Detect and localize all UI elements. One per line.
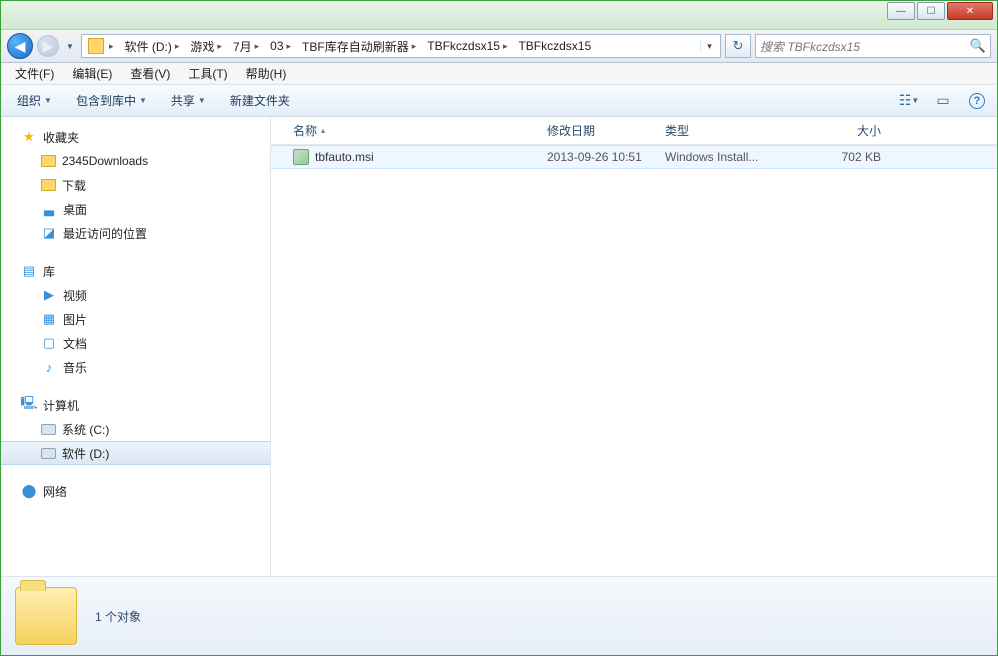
file-row[interactable]: tbfauto.msi 2013-09-26 10:51 Windows Ins…	[271, 145, 997, 169]
sidebar-item-current-drive[interactable]: 软件 (D:)	[1, 441, 270, 465]
new-folder-button[interactable]: 新建文件夹	[222, 89, 298, 112]
sidebar-item[interactable]: ▦图片	[1, 307, 270, 331]
share-button[interactable]: 共享▼	[163, 89, 214, 112]
details-pane: 1 个对象	[1, 577, 997, 655]
sidebar-libraries[interactable]: ▤库	[1, 259, 270, 283]
music-icon: ♪	[41, 359, 57, 375]
file-type: Windows Install...	[657, 150, 799, 164]
drive-icon	[41, 448, 56, 459]
address-dropdown[interactable]: ▾	[700, 41, 718, 52]
search-input[interactable]: 搜索 TBFkczdsx15 🔍	[755, 34, 991, 58]
explorer-body: ★收藏夹 2345Downloads 下载 ▃桌面 ◪最近访问的位置 ▤库 ▶视…	[1, 117, 997, 577]
search-icon: 🔍	[970, 38, 986, 54]
sidebar-item[interactable]: ▃桌面	[1, 197, 270, 221]
library-icon: ▤	[21, 263, 37, 279]
folder-icon	[15, 587, 77, 645]
preview-pane-button[interactable]: ▭	[931, 90, 955, 112]
column-headers: 名称▴ 修改日期 类型 大小	[271, 117, 997, 145]
menu-tools[interactable]: 工具(T)	[180, 63, 235, 84]
window-controls: — ☐ ✕	[887, 2, 993, 20]
sidebar-computer[interactable]: 🖳计算机	[1, 393, 270, 417]
computer-icon: 🖳	[21, 397, 37, 413]
pictures-icon: ▦	[41, 311, 57, 327]
desktop-icon: ▃	[41, 201, 57, 217]
address-bar[interactable]: ▸ 软件 (D:)▸ 游戏▸ 7月▸ 03▸ TBF库存自动刷新器▸ TBFkc…	[81, 34, 721, 58]
documents-icon: ▢	[41, 335, 57, 351]
sidebar-item[interactable]: 系统 (C:)	[1, 417, 270, 441]
breadcrumb-seg[interactable]: 7月▸	[229, 35, 266, 57]
navigation-pane: ★收藏夹 2345Downloads 下载 ▃桌面 ◪最近访问的位置 ▤库 ▶视…	[1, 117, 271, 576]
file-date: 2013-09-26 10:51	[539, 150, 657, 164]
star-icon: ★	[21, 129, 37, 145]
organize-button[interactable]: 组织▼	[9, 89, 60, 112]
drive-icon	[88, 38, 104, 54]
minimize-button[interactable]: —	[887, 2, 915, 20]
search-placeholder: 搜索 TBFkczdsx15	[760, 38, 860, 55]
msi-icon	[293, 149, 309, 165]
breadcrumb-seg[interactable]: TBFkczdsx15	[514, 35, 595, 57]
sort-indicator-icon: ▴	[321, 126, 325, 135]
breadcrumb-seg[interactable]: TBF库存自动刷新器▸	[298, 35, 423, 57]
file-name: tbfauto.msi	[315, 150, 374, 164]
column-date[interactable]: 修改日期	[539, 122, 657, 139]
sidebar-item[interactable]: 2345Downloads	[1, 149, 270, 173]
breadcrumb-root[interactable]: ▸	[84, 35, 121, 57]
sidebar-item[interactable]: ▢文档	[1, 331, 270, 355]
video-icon: ▶	[41, 287, 57, 303]
network-icon: ⬤	[21, 483, 37, 499]
file-size: 702 KB	[799, 150, 889, 164]
folder-icon	[41, 179, 56, 191]
sidebar-network[interactable]: ⬤网络	[1, 479, 270, 503]
menu-file[interactable]: 文件(F)	[7, 63, 62, 84]
menu-bar: 文件(F) 编辑(E) 查看(V) 工具(T) 帮助(H)	[1, 63, 997, 85]
menu-edit[interactable]: 编辑(E)	[64, 63, 120, 84]
menu-help[interactable]: 帮助(H)	[238, 63, 295, 84]
back-button[interactable]: ◀	[7, 33, 33, 59]
refresh-button[interactable]: ↻	[725, 34, 751, 58]
column-name[interactable]: 名称▴	[285, 122, 539, 139]
close-button[interactable]: ✕	[947, 2, 993, 20]
sidebar-favorites[interactable]: ★收藏夹	[1, 125, 270, 149]
help-button[interactable]: ?	[965, 90, 989, 112]
sidebar-item[interactable]: ▶视频	[1, 283, 270, 307]
breadcrumb-seg[interactable]: 软件 (D:)▸	[121, 35, 187, 57]
nav-history-dropdown[interactable]: ▼	[63, 33, 77, 59]
sidebar-item[interactable]: 下载	[1, 173, 270, 197]
column-type[interactable]: 类型	[657, 122, 799, 139]
breadcrumb-seg[interactable]: TBFkczdsx15▸	[423, 35, 514, 57]
menu-view[interactable]: 查看(V)	[122, 63, 178, 84]
maximize-button[interactable]: ☐	[917, 2, 945, 20]
titlebar: — ☐ ✕	[1, 1, 997, 29]
command-bar: 组织▼ 包含到库中▼ 共享▼ 新建文件夹 ☷ ▼ ▭ ?	[1, 85, 997, 117]
explorer-window: — ☐ ✕ ◀ ▶ ▼ ▸ 软件 (D:)▸ 游戏▸ 7月▸ 03▸ TBF库存…	[0, 0, 998, 656]
view-options-button[interactable]: ☷ ▼	[897, 90, 921, 112]
include-library-button[interactable]: 包含到库中▼	[68, 89, 155, 112]
forward-button[interactable]: ▶	[37, 35, 59, 57]
drive-icon	[41, 424, 56, 435]
sidebar-item[interactable]: ◪最近访问的位置	[1, 221, 270, 245]
folder-icon	[41, 155, 56, 167]
breadcrumb-seg[interactable]: 03▸	[266, 35, 298, 57]
item-count: 1 个对象	[95, 608, 141, 625]
nav-bar: ◀ ▶ ▼ ▸ 软件 (D:)▸ 游戏▸ 7月▸ 03▸ TBF库存自动刷新器▸…	[1, 29, 997, 63]
file-rows: tbfauto.msi 2013-09-26 10:51 Windows Ins…	[271, 145, 997, 576]
file-list-pane: 名称▴ 修改日期 类型 大小 tbfauto.msi 2013-09-26 10…	[271, 117, 997, 576]
sidebar-item[interactable]: ♪音乐	[1, 355, 270, 379]
breadcrumb-seg[interactable]: 游戏▸	[186, 35, 229, 57]
recent-icon: ◪	[41, 225, 57, 241]
column-size[interactable]: 大小	[799, 122, 889, 139]
